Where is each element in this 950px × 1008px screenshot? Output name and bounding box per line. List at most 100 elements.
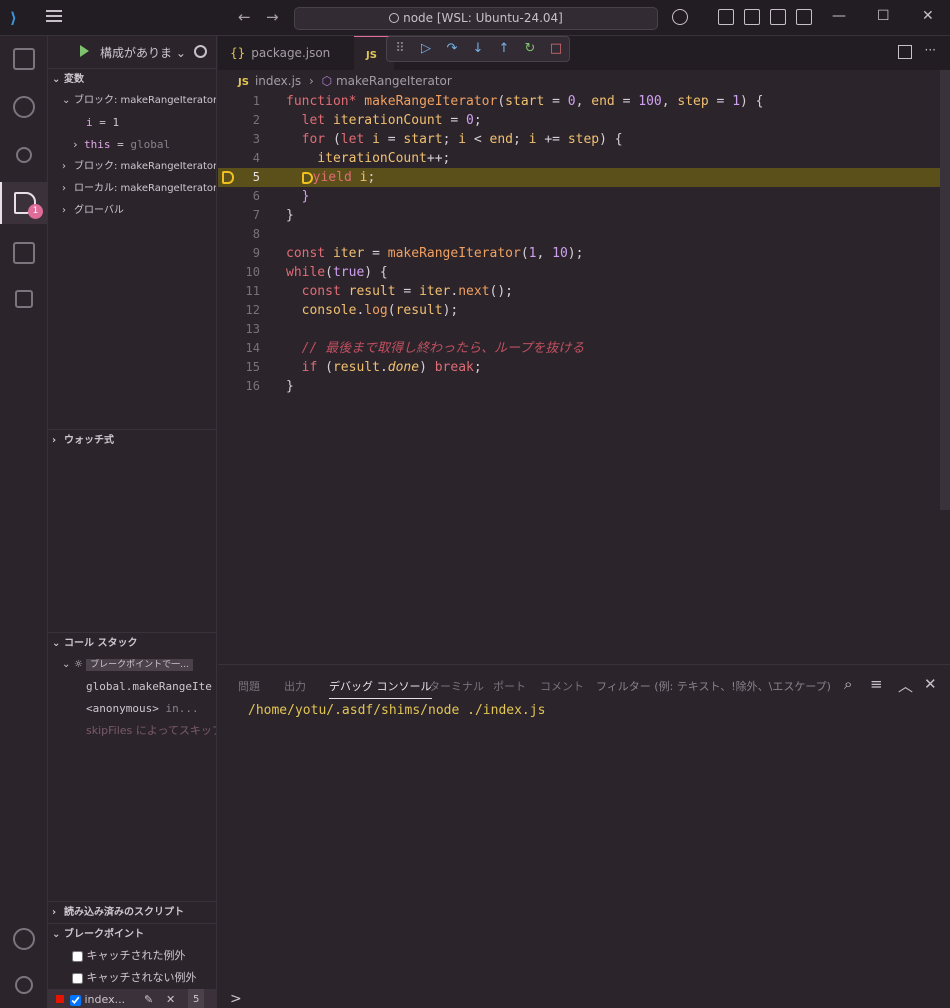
- account-icon[interactable]: [0, 918, 48, 960]
- chevron-up-icon[interactable]: ︿: [898, 675, 913, 696]
- toggle-secondary-sidebar-icon[interactable]: [770, 9, 786, 25]
- close-window-icon[interactable]: ✕: [922, 8, 934, 24]
- console-filter-input[interactable]: フィルター (例: テキスト、!除外、\エスケープ): [596, 678, 831, 694]
- breakpoints-header[interactable]: ⌄ ブレークポイント: [48, 923, 216, 945]
- debug-sidebar: 構成がありま ⌄ ⌄ 変数 ⌄ ブロック: makeRangeIterator i …: [48, 36, 217, 1008]
- toggle-primary-sidebar-icon[interactable]: [718, 9, 734, 25]
- editor-scrollbar[interactable]: [940, 70, 950, 510]
- minimize-icon[interactable]: —: [832, 8, 846, 24]
- scope-block-2[interactable]: › ブロック: makeRangeIterator: [48, 156, 216, 178]
- code-line: 8: [252, 227, 260, 241]
- command-center-label: node [WSL: Ubuntu-24.04]: [403, 11, 563, 25]
- customize-layout-icon[interactable]: [796, 9, 812, 25]
- chevron-down-icon: ⌄: [52, 74, 61, 85]
- chevron-right-icon: ›: [62, 183, 66, 194]
- watch-section-header[interactable]: › ウォッチ式: [48, 429, 216, 451]
- debug-config-toolbar: 構成がありま ⌄: [48, 36, 216, 68]
- code-line: 12 console.log(result);: [245, 303, 459, 318]
- clear-console-icon[interactable]: ≡: [870, 675, 883, 693]
- skipped-frames[interactable]: skipFiles によってスキップさ: [48, 720, 216, 742]
- start-debugging-icon[interactable]: [80, 45, 89, 57]
- remote-explorer-icon[interactable]: [0, 232, 48, 274]
- step-over-icon[interactable]: ↷: [445, 42, 459, 56]
- close-panel-icon[interactable]: ✕: [924, 675, 937, 693]
- variable-this[interactable]: › this = global: [48, 134, 216, 156]
- breakpoint-line-badge: 5: [188, 989, 205, 1008]
- breakpoint-index[interactable]: index... ✎ ✕ 5: [48, 989, 216, 1008]
- copilot-icon[interactable]: [672, 9, 688, 25]
- editor-tabs: {} package.json JS ···: [218, 36, 950, 70]
- gear-icon[interactable]: [194, 45, 207, 58]
- code-line: 7}: [252, 208, 294, 223]
- breakpoint-caught[interactable]: キャッチされた例外: [48, 945, 186, 967]
- extensions-icon[interactable]: [0, 278, 48, 320]
- tab-comments[interactable]: コメント: [540, 678, 584, 694]
- config-dropdown[interactable]: 構成がありま ⌄: [100, 44, 186, 61]
- tab-package-json[interactable]: {} package.json: [218, 36, 354, 70]
- step-into-icon[interactable]: ↓: [471, 42, 485, 56]
- code-line: 13: [245, 322, 260, 336]
- chevron-right-icon: ›: [62, 161, 66, 172]
- js-file-icon: JS: [238, 77, 249, 88]
- maximize-icon[interactable]: ☐: [877, 8, 890, 24]
- restart-icon[interactable]: ↻: [523, 42, 537, 56]
- uncaught-exceptions-checkbox[interactable]: [72, 972, 83, 984]
- code-line-current: 5 yield i;: [218, 168, 950, 187]
- callstack-section-header[interactable]: ⌄ コール スタック: [48, 632, 216, 654]
- code-line: 15 if (result.done) break;: [245, 360, 482, 375]
- callstack-frame[interactable]: <anonymous> in...: [48, 698, 199, 720]
- tab-terminal[interactable]: ターミナル: [429, 678, 484, 694]
- console-prompt[interactable]: >: [230, 991, 242, 1007]
- split-editor-icon[interactable]: [898, 45, 912, 59]
- callstack-thread[interactable]: ⌄ ☼ ブレークポイントで一...: [48, 654, 193, 676]
- breakpoint-uncaught[interactable]: キャッチされない例外: [48, 967, 197, 989]
- breadcrumb-symbol[interactable]: makeRangeIterator: [336, 74, 452, 88]
- manage-gear-icon[interactable]: [0, 964, 48, 1006]
- source-control-icon[interactable]: [0, 134, 48, 176]
- tab-ports[interactable]: ポート: [493, 678, 526, 694]
- tab-problems[interactable]: 問題: [238, 678, 260, 694]
- remove-icon[interactable]: ✕: [166, 989, 175, 1008]
- scope-local[interactable]: › ローカル: makeRangeIterator: [48, 178, 216, 200]
- scope-global[interactable]: › グローバル: [48, 200, 216, 222]
- loaded-scripts-header[interactable]: › 読み込み済みのスクリプト: [48, 901, 216, 923]
- drag-handle-icon[interactable]: ⠿: [393, 42, 407, 56]
- search-icon[interactable]: ⌕: [844, 675, 852, 693]
- scope-block-1[interactable]: ⌄ ブロック: makeRangeIterator: [48, 90, 216, 112]
- chevron-right-icon: ›: [62, 205, 66, 216]
- run-and-debug-icon[interactable]: 1: [0, 182, 48, 224]
- code-line: 10 while(true) {: [245, 265, 388, 280]
- toggle-panel-icon[interactable]: [744, 9, 760, 25]
- bug-icon: ☼: [74, 659, 83, 670]
- explorer-icon[interactable]: [0, 38, 48, 80]
- chevron-down-icon: ⌄: [62, 95, 71, 106]
- step-out-icon[interactable]: ↑: [497, 42, 511, 56]
- current-breakpoint-icon[interactable]: [222, 171, 234, 184]
- chevron-right-icon: ›: [52, 435, 57, 446]
- caught-exceptions-checkbox[interactable]: [72, 950, 83, 962]
- code-line: 11 const result = iter.next();: [245, 284, 514, 299]
- search-view-icon[interactable]: [0, 86, 48, 128]
- index-breakpoint-checkbox[interactable]: [70, 994, 81, 1006]
- bottom-panel: 問題 出力 デバッグ コンソール ターミナル ポート コメント フィルター (例…: [218, 664, 950, 1008]
- paused-badge: ブレークポイントで一...: [86, 659, 193, 671]
- edit-icon[interactable]: ✎: [144, 989, 153, 1008]
- breadcrumb-file[interactable]: index.js: [255, 74, 301, 88]
- chevron-right-icon: ›: [72, 138, 79, 151]
- forward-arrow-icon[interactable]: →: [266, 8, 279, 26]
- tab-output[interactable]: 出力: [284, 678, 306, 694]
- search-icon: [389, 13, 400, 23]
- menu-icon[interactable]: [46, 10, 62, 24]
- code-line: 3 for (let i = start; i < end; i += step…: [252, 132, 623, 147]
- callstack-frame[interactable]: global.makeRangeIte: [48, 676, 212, 698]
- tab-debug-console[interactable]: デバッグ コンソール: [329, 678, 432, 699]
- continue-icon[interactable]: ▷: [419, 42, 433, 56]
- panel-tabs: 問題 出力 デバッグ コンソール ターミナル ポート コメント フィルター (例…: [218, 665, 950, 705]
- command-center-search[interactable]: node [WSL: Ubuntu-24.04]: [294, 7, 658, 30]
- code-editor[interactable]: 1 function* makeRangeIterator(start = 0, …: [218, 92, 950, 396]
- variables-section-header[interactable]: ⌄ 変数: [48, 68, 216, 90]
- stop-icon[interactable]: □: [549, 42, 563, 56]
- back-arrow-icon[interactable]: ←: [238, 8, 251, 26]
- more-actions-icon[interactable]: ···: [925, 43, 936, 57]
- variable-i[interactable]: i = 1: [48, 112, 216, 134]
